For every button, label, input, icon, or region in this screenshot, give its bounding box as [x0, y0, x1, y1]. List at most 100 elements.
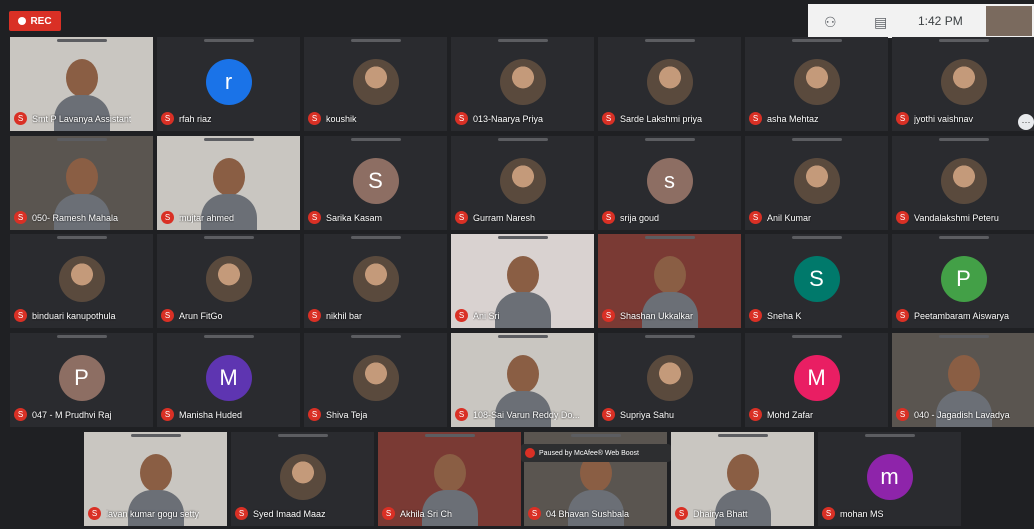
- avatar-photo: [352, 256, 399, 302]
- participant-nameplate: Smujtar ahmed: [161, 211, 296, 224]
- participant-tile[interactable]: Snikhil bar: [304, 234, 447, 328]
- participant-name: Mohd Zafar: [767, 409, 814, 420]
- avatar-photo: [205, 256, 252, 302]
- tile-handle: [497, 138, 548, 141]
- tile-handle: [497, 236, 548, 239]
- participant-tile[interactable]: S Arun FitGo: [157, 234, 300, 328]
- participant-name: Manisha Huded: [179, 409, 243, 420]
- muted-mic-icon: S: [455, 309, 468, 322]
- participant-name: Dhairya Bhatt: [693, 508, 748, 519]
- tile-handle: [350, 138, 401, 141]
- participant-nameplate: S 108-Sai Varun Reddy Do...: [455, 408, 590, 421]
- participant-tile[interactable]: P S 047 - M Prudhvi Raj: [10, 333, 153, 427]
- tile-handle: [56, 39, 107, 42]
- muted-mic-icon: S: [602, 112, 615, 125]
- participant-nameplate: S 050- Ramesh Mahala: [14, 211, 149, 224]
- avatar-initial: M: [793, 355, 840, 401]
- participant-tile[interactable]: Sbinduari kanupothula: [10, 234, 153, 328]
- participant-tile[interactable]: P S Peetambaram Aiswarya: [892, 234, 1034, 328]
- muted-mic-icon: S: [161, 211, 174, 224]
- muted-mic-icon: S: [602, 211, 615, 224]
- tile-handle: [791, 138, 842, 141]
- participant-tile[interactable]: S Syed Imaad Maaz: [231, 432, 374, 526]
- tile-handle: [791, 335, 842, 338]
- participant-tile[interactable]: m Smohan MS: [818, 432, 961, 526]
- participant-name: Akhila Sri Ch: [400, 508, 453, 519]
- muted-mic-icon: S: [896, 309, 909, 322]
- participant-tile[interactable]: S Sarde Lakshmi priya: [598, 37, 741, 131]
- participant-tile[interactable]: S 108-Sai Varun Reddy Do...: [451, 333, 594, 427]
- participant-name: 013-Naarya Priya: [473, 113, 544, 124]
- participant-nameplate: S 047 - M Prudhvi Raj: [14, 408, 149, 421]
- muted-mic-icon: S: [14, 211, 27, 224]
- participant-tile[interactable]: Slavan kumar gogu setty: [84, 432, 227, 526]
- participant-tile[interactable]: S Shashan Ukkalkar: [598, 234, 741, 328]
- avatar-initial: S: [352, 158, 399, 204]
- muted-mic-icon: S: [161, 408, 174, 421]
- participant-tile[interactable]: Sjyothi vaishnav: [892, 37, 1034, 131]
- participant-nameplate: S Vandalakshmi Peteru: [896, 211, 1031, 224]
- tile-handle: [717, 434, 768, 437]
- participant-tile[interactable]: S Shiva Teja: [304, 333, 447, 427]
- participant-nameplate: Sjyothi vaishnav: [896, 112, 1031, 125]
- muted-mic-icon: S: [382, 507, 395, 520]
- meeting-grid: REC ⚇ ▤ 1:42 PM S Smt P Lavanya Assistant…: [0, 0, 1034, 529]
- chat-icon[interactable]: ▤: [874, 14, 887, 31]
- participant-nameplate: S Syed Imaad Maaz: [235, 507, 370, 520]
- participant-name: mohan MS: [840, 508, 884, 519]
- muted-mic-icon: S: [14, 408, 27, 421]
- participant-nameplate: S Gurram Naresh: [455, 211, 590, 224]
- avatar-initial: r: [205, 59, 252, 105]
- more-options-icon[interactable]: ⋯: [1018, 114, 1034, 130]
- participant-tile[interactable]: S S Sneha K: [745, 234, 888, 328]
- tile-handle: [350, 236, 401, 239]
- participant-tile[interactable]: S 040 - Jagadish Lavadya: [892, 333, 1034, 427]
- participant-tile[interactable]: Skoushik: [304, 37, 447, 131]
- participant-tile[interactable]: S S Sarika Kasam: [304, 136, 447, 230]
- muted-mic-icon: S: [308, 408, 321, 421]
- participant-tile[interactable]: Smujtar ahmed: [157, 136, 300, 230]
- muted-mic-icon: S: [308, 309, 321, 322]
- participant-tile[interactable]: S Vandalakshmi Peteru: [892, 136, 1034, 230]
- participant-tile[interactable]: M S Mohd Zafar: [745, 333, 888, 427]
- muted-mic-icon: S: [822, 507, 835, 520]
- muted-mic-icon: S: [308, 211, 321, 224]
- participant-tile[interactable]: S Smt P Lavanya Assistant: [10, 37, 153, 131]
- participant-nameplate: Smohan MS: [822, 507, 957, 520]
- participant-tile[interactable]: s Ssrija goud: [598, 136, 741, 230]
- participant-name: 108-Sai Varun Reddy Do...: [473, 409, 580, 420]
- participant-tile[interactable]: S 013-Naarya Priya: [451, 37, 594, 131]
- avatar-photo: [499, 158, 546, 204]
- participant-tile[interactable]: S Anil Kumar: [745, 136, 888, 230]
- muted-mic-icon: S: [528, 507, 541, 520]
- avatar-initial: S: [793, 256, 840, 302]
- participant-nameplate: S Manisha Huded: [161, 408, 296, 421]
- participant-name: 047 - M Prudhvi Raj: [32, 409, 112, 420]
- people-icon[interactable]: ⚇: [824, 14, 837, 31]
- record-dot-icon: [18, 17, 27, 25]
- muted-mic-icon: S: [602, 309, 615, 322]
- participant-tile[interactable]: S Supriya Sahu: [598, 333, 741, 427]
- participant-name: Syed Imaad Maaz: [253, 508, 326, 519]
- avatar-photo: [279, 454, 326, 500]
- muted-mic-icon: S: [455, 211, 468, 224]
- participant-name: Anil Kumar: [767, 212, 812, 223]
- avatar-initial: P: [940, 256, 987, 302]
- participant-nameplate: Srfah riaz: [161, 112, 296, 125]
- clock-time: 1:42 PM: [918, 14, 963, 28]
- participant-tile[interactable]: r Srfah riaz: [157, 37, 300, 131]
- participant-tile[interactable]: S Dhairya Bhatt: [671, 432, 814, 526]
- avatar-photo: [793, 158, 840, 204]
- participant-tile[interactable]: S 050- Ramesh Mahala: [10, 136, 153, 230]
- participant-tile[interactable]: M S Manisha Huded: [157, 333, 300, 427]
- participant-tile[interactable]: Sasha Mehtaz: [745, 37, 888, 131]
- tile-handle: [350, 39, 401, 42]
- participant-tile[interactable]: S Gurram Naresh: [451, 136, 594, 230]
- tile-handle: [570, 434, 621, 437]
- muted-mic-icon: S: [14, 112, 27, 125]
- participant-nameplate: S 04 Bhavan Sushbala: [528, 507, 663, 520]
- muted-mic-icon: S: [455, 408, 468, 421]
- self-view-thumbnail[interactable]: [986, 6, 1032, 36]
- participant-tile[interactable]: S Ani Sri: [451, 234, 594, 328]
- participant-tile[interactable]: S Akhila Sri Ch: [378, 432, 521, 526]
